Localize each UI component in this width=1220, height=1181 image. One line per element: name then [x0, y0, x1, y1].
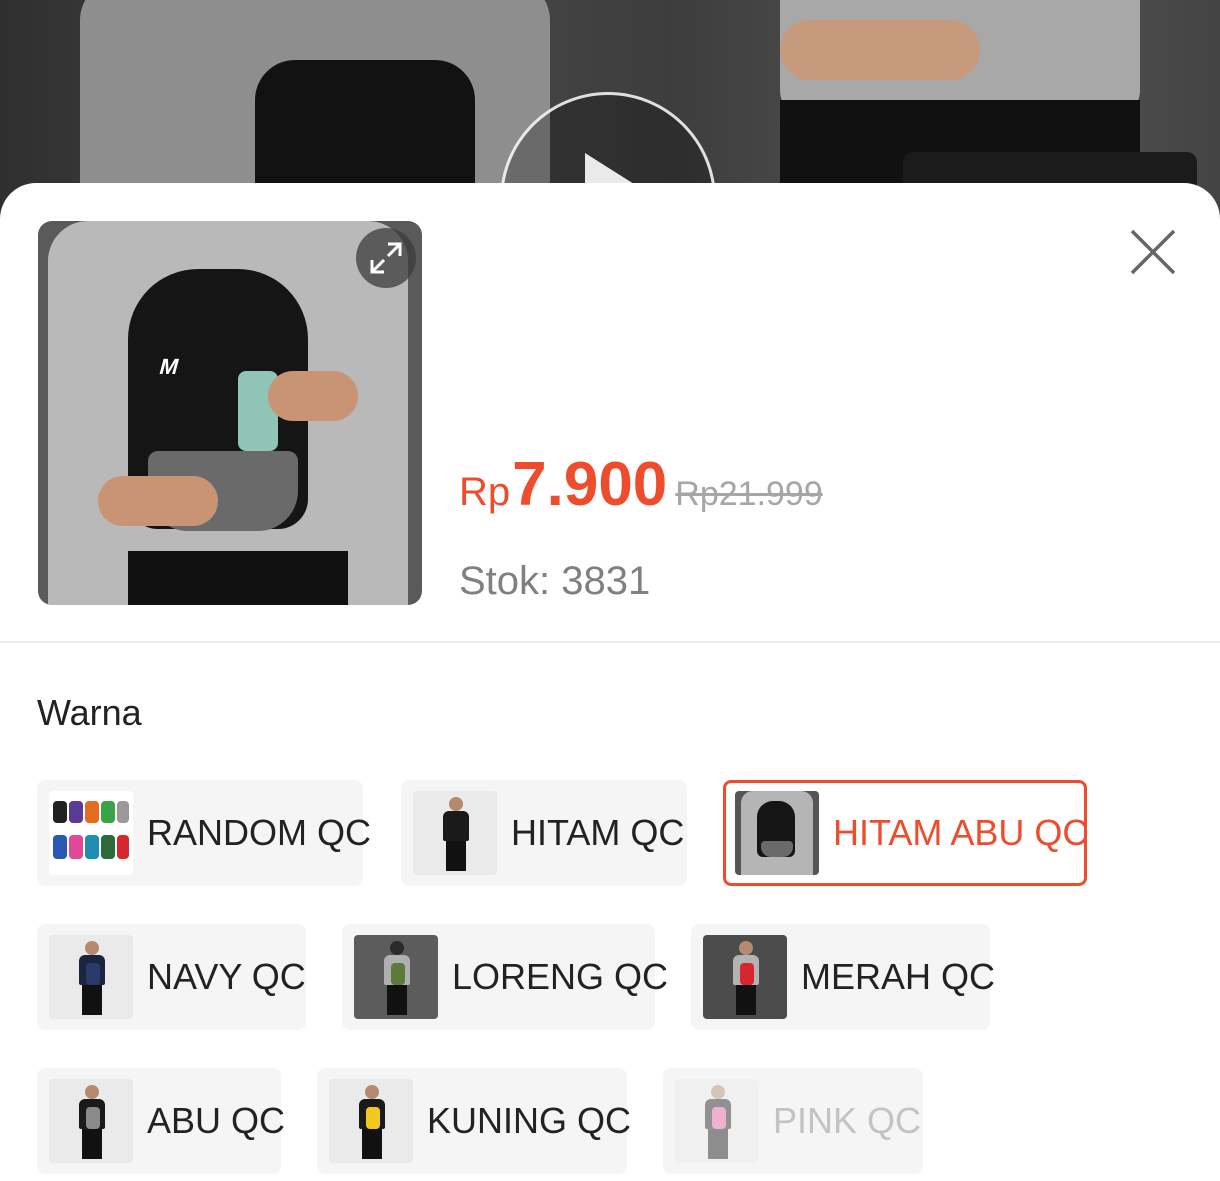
variant-option-label: PINK QC — [773, 1100, 922, 1141]
variant-option-random-qc[interactable]: RANDOM QC — [37, 780, 371, 886]
price-currency: Rp — [459, 470, 511, 514]
variant-thumbnail — [49, 935, 133, 1019]
expand-icon[interactable] — [356, 228, 416, 288]
variant-option-hitam-qc[interactable]: HITAM QC — [401, 780, 687, 886]
variant-thumbnail — [735, 791, 819, 875]
variant-option-label: ABU QC — [147, 1100, 286, 1141]
variant-option-label: KUNING QC — [427, 1100, 632, 1141]
variant-option-label: HITAM QC — [511, 812, 685, 853]
variant-option-label: RANDOM QC — [147, 812, 371, 853]
price-value: 7.900 — [512, 450, 668, 519]
variant-thumbnail — [703, 935, 787, 1019]
variant-thumbnail — [413, 791, 497, 875]
close-icon[interactable] — [1126, 225, 1180, 279]
variant-thumbnail — [49, 791, 133, 875]
variant-option-pink-qc: PINK QC — [663, 1068, 923, 1174]
variant-option-label: HITAM ABU QC — [833, 812, 1089, 853]
variant-option-loreng-qc[interactable]: LORENG QC — [342, 924, 668, 1030]
variant-option-abu-qc[interactable]: ABU QC — [37, 1068, 285, 1174]
price-row: Rp 7.900 Rp21.999 — [459, 449, 823, 520]
variant-thumbnail — [675, 1079, 759, 1163]
variant-thumbnail — [49, 1079, 133, 1163]
variant-thumbnail — [329, 1079, 413, 1163]
variant-thumbnail — [354, 935, 438, 1019]
stock-count: Stok: 3831 — [459, 559, 651, 603]
original-price: Rp21.999 — [675, 475, 823, 513]
variant-option-label: NAVY QC — [147, 956, 306, 997]
variant-option-navy-qc[interactable]: NAVY QC — [37, 924, 306, 1030]
variant-option-hitam-abu-qc[interactable]: HITAM ABU QC — [723, 780, 1089, 886]
variant-option-label: LORENG QC — [452, 956, 669, 997]
variant-option-merah-qc[interactable]: MERAH QC — [691, 924, 995, 1030]
variant-section-label: Warna — [37, 692, 142, 733]
variant-option-kuning-qc[interactable]: KUNING QC — [317, 1068, 631, 1174]
variant-option-label: MERAH QC — [801, 956, 996, 997]
variant-selection-sheet: M Rp 7.900 Rp21.999 Stok: 3831 Warna RAN… — [0, 183, 1220, 1181]
divider — [0, 641, 1220, 643]
model-hand — [780, 20, 980, 80]
